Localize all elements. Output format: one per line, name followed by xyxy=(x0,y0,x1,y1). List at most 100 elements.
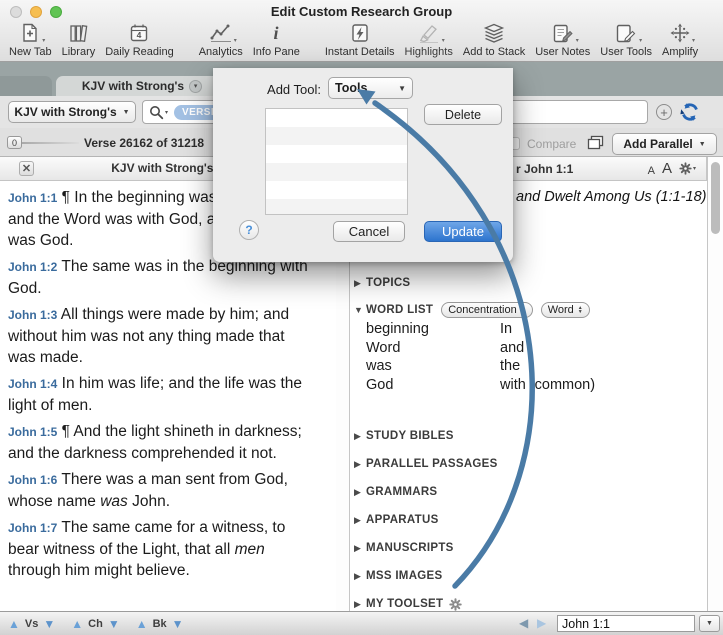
add-tool-dropdown[interactable]: Tools ▼ xyxy=(328,77,413,99)
add-tool-label: Add Tool: xyxy=(213,82,321,97)
section-apparatus[interactable]: ▶APPARATUS xyxy=(354,512,707,528)
reference-input[interactable] xyxy=(557,615,695,632)
verse[interactable]: John 1:5 ¶ And the light shineth in dark… xyxy=(8,421,308,464)
toolbar-button-instant-details[interactable]: Instant Details xyxy=(320,20,400,58)
chevron-down-icon: ▼ xyxy=(699,141,706,148)
search-scope-caret-icon: ▾ xyxy=(165,109,168,116)
step-up-icon[interactable]: ▲ xyxy=(8,617,20,631)
disclosure-triangle-icon[interactable]: ▶ xyxy=(354,515,366,526)
section-manuscripts[interactable]: ▶MANUSCRIPTS xyxy=(354,540,707,556)
verse[interactable]: John 1:3 All things were made by him; an… xyxy=(8,304,308,368)
section-word-list[interactable]: ▼WORD LISTConcentration▲▼Word▲▼ xyxy=(354,302,707,318)
toolbar-button-add-to-stack[interactable]: Add to Stack xyxy=(458,20,530,58)
toolbar-button-user-notes[interactable]: ▾User Notes xyxy=(530,20,595,58)
right-pane-controls: A A ▾ xyxy=(648,159,696,177)
verse[interactable]: John 1:7 The same came for a witness, to… xyxy=(8,517,308,581)
chevron-down-icon: ▾ xyxy=(639,37,642,44)
disclosure-triangle-icon[interactable]: ▶ xyxy=(354,459,366,470)
chevron-down-icon: ▾ xyxy=(442,37,445,44)
chevron-down-icon: ▾ xyxy=(692,37,695,44)
cancel-button[interactable]: Cancel xyxy=(333,221,405,242)
scrollbar-thumb[interactable] xyxy=(711,162,720,234)
section-topics[interactable]: ▶TOPICS xyxy=(354,275,707,291)
disclosure-triangle-icon[interactable]: ▶ xyxy=(354,431,366,442)
highlights-icon: ▾ xyxy=(417,21,441,45)
tab-kjv-with-strongs[interactable]: KJV with Strong's ▾ xyxy=(56,76,228,96)
toolbar-button-workspaces[interactable]: ▾Workspaces xyxy=(718,20,723,58)
verse-reference: John 1:3 xyxy=(8,308,57,322)
split-pane-icon[interactable] xyxy=(587,135,604,155)
toolbar-button-library[interactable]: Library xyxy=(57,20,101,58)
help-button[interactable]: ? xyxy=(239,220,259,240)
step-up-icon[interactable]: ▲ xyxy=(71,617,83,631)
verse-slider-track[interactable] xyxy=(22,142,79,144)
add-search-criteria-button[interactable]: + xyxy=(656,104,672,120)
step-down-icon[interactable]: ▼ xyxy=(108,617,120,631)
word-list-row[interactable]: Wordand xyxy=(366,339,707,358)
chevron-down-icon: ▾ xyxy=(576,37,579,44)
disclosure-triangle-icon[interactable]: ▶ xyxy=(354,278,366,289)
right-pane-scrollbar[interactable] xyxy=(707,157,723,611)
word-list-filter-dropdown[interactable]: Concentration▲▼ xyxy=(441,302,532,318)
verse[interactable]: John 1:4 In him was life; and the life w… xyxy=(8,373,308,416)
chevron-down-icon: ▼ xyxy=(398,84,406,93)
toolbar-button-highlights[interactable]: ▾Highlights xyxy=(400,20,458,58)
disclosure-triangle-icon[interactable]: ▶ xyxy=(354,487,366,498)
stepper-vs: ▲Vs▼ xyxy=(8,617,55,631)
instant-details-icon xyxy=(349,21,371,45)
section-grammars[interactable]: ▶GRAMMARS xyxy=(354,484,707,500)
step-down-icon[interactable]: ▼ xyxy=(172,617,184,631)
word-list-table: beginningInWordandwastheGodwith (common) xyxy=(366,320,707,394)
section-parallel-passages[interactable]: ▶PARALLEL PASSAGES xyxy=(354,456,707,472)
section-study-bibles[interactable]: ▶STUDY BIBLES xyxy=(354,428,707,444)
toolbar-button-daily-reading[interactable]: 4Daily Reading xyxy=(100,20,178,58)
verse-slider-handle[interactable]: 0 xyxy=(7,136,22,149)
history-back-icon[interactable]: ◀ xyxy=(519,616,528,630)
increase-font-button[interactable]: A xyxy=(662,160,672,177)
chevron-down-icon: ▾ xyxy=(234,37,237,44)
svg-text:4: 4 xyxy=(137,30,142,40)
tab-dropdown-icon[interactable]: ▾ xyxy=(189,80,202,93)
disclosure-triangle-icon[interactable]: ▼ xyxy=(354,305,366,315)
stepper-ch: ▲Ch▼ xyxy=(71,617,119,631)
verse[interactable]: John 1:6 There was a man sent from God, … xyxy=(8,469,308,512)
update-button[interactable]: Update xyxy=(424,221,502,242)
step-up-icon[interactable]: ▲ xyxy=(136,617,148,631)
toolbar: ▾New TabLibrary4Daily Reading ▾Analyticsi… xyxy=(4,20,721,62)
step-down-icon[interactable]: ▼ xyxy=(43,617,55,631)
disclosure-triangle-icon[interactable]: ▶ xyxy=(354,571,366,582)
updown-arrows-icon: ▲▼ xyxy=(521,306,526,314)
word-list-filter-dropdown[interactable]: Word▲▼ xyxy=(541,302,590,318)
inactive-tab-stub[interactable] xyxy=(0,76,52,96)
delete-button[interactable]: Delete xyxy=(424,104,502,125)
version-selector-button[interactable]: KJV with Strong's ▼ xyxy=(8,101,136,123)
amplify-search-icon[interactable] xyxy=(679,101,701,128)
verse-reference: John 1:2 xyxy=(8,260,57,274)
section-mss-images[interactable]: ▶MSS IMAGES xyxy=(354,568,707,584)
word-list-row[interactable]: Godwith (common) xyxy=(366,376,707,395)
add-to-stack-icon xyxy=(482,21,506,45)
tool-list-box[interactable] xyxy=(265,108,408,215)
chevron-down-icon: ▼ xyxy=(123,109,130,116)
word-list-row[interactable]: wasthe xyxy=(366,357,707,376)
toolbar-button-user-tools[interactable]: ▾User Tools xyxy=(595,20,657,58)
search-icon[interactable]: ▾ xyxy=(149,105,168,120)
verse[interactable]: John 1:2 The same was in the beginning w… xyxy=(8,256,308,299)
add-parallel-button[interactable]: Add Parallel ▼ xyxy=(612,133,717,155)
word-list-row[interactable]: beginningIn xyxy=(366,320,707,339)
toolbar-button-new-tab[interactable]: ▾New Tab xyxy=(4,20,57,58)
verse-reference: John 1:1 xyxy=(8,191,57,205)
disclosure-triangle-icon[interactable]: ▶ xyxy=(354,543,366,554)
chevron-down-icon: ▾ xyxy=(42,37,45,44)
toolbar-button-info-pane[interactable]: iInfo Pane xyxy=(248,20,305,58)
disclosure-triangle-icon[interactable]: ▶ xyxy=(354,599,366,610)
pane-settings-gear-icon[interactable]: ▾ xyxy=(679,162,696,177)
section-my-toolset[interactable]: ▶MY TOOLSET xyxy=(354,596,707,611)
my-toolset-gear-icon[interactable] xyxy=(449,598,462,611)
reference-dropdown-button[interactable]: ▼ xyxy=(699,615,720,632)
toolbar-button-amplify[interactable]: ▾Amplify xyxy=(657,20,703,58)
history-forward-icon[interactable]: ▶ xyxy=(537,616,546,630)
decrease-font-button[interactable]: A xyxy=(648,165,655,177)
toolbar-button-analytics[interactable]: ▾Analytics xyxy=(194,20,248,58)
toolbar-group: ▾Workspaces xyxy=(718,20,723,58)
